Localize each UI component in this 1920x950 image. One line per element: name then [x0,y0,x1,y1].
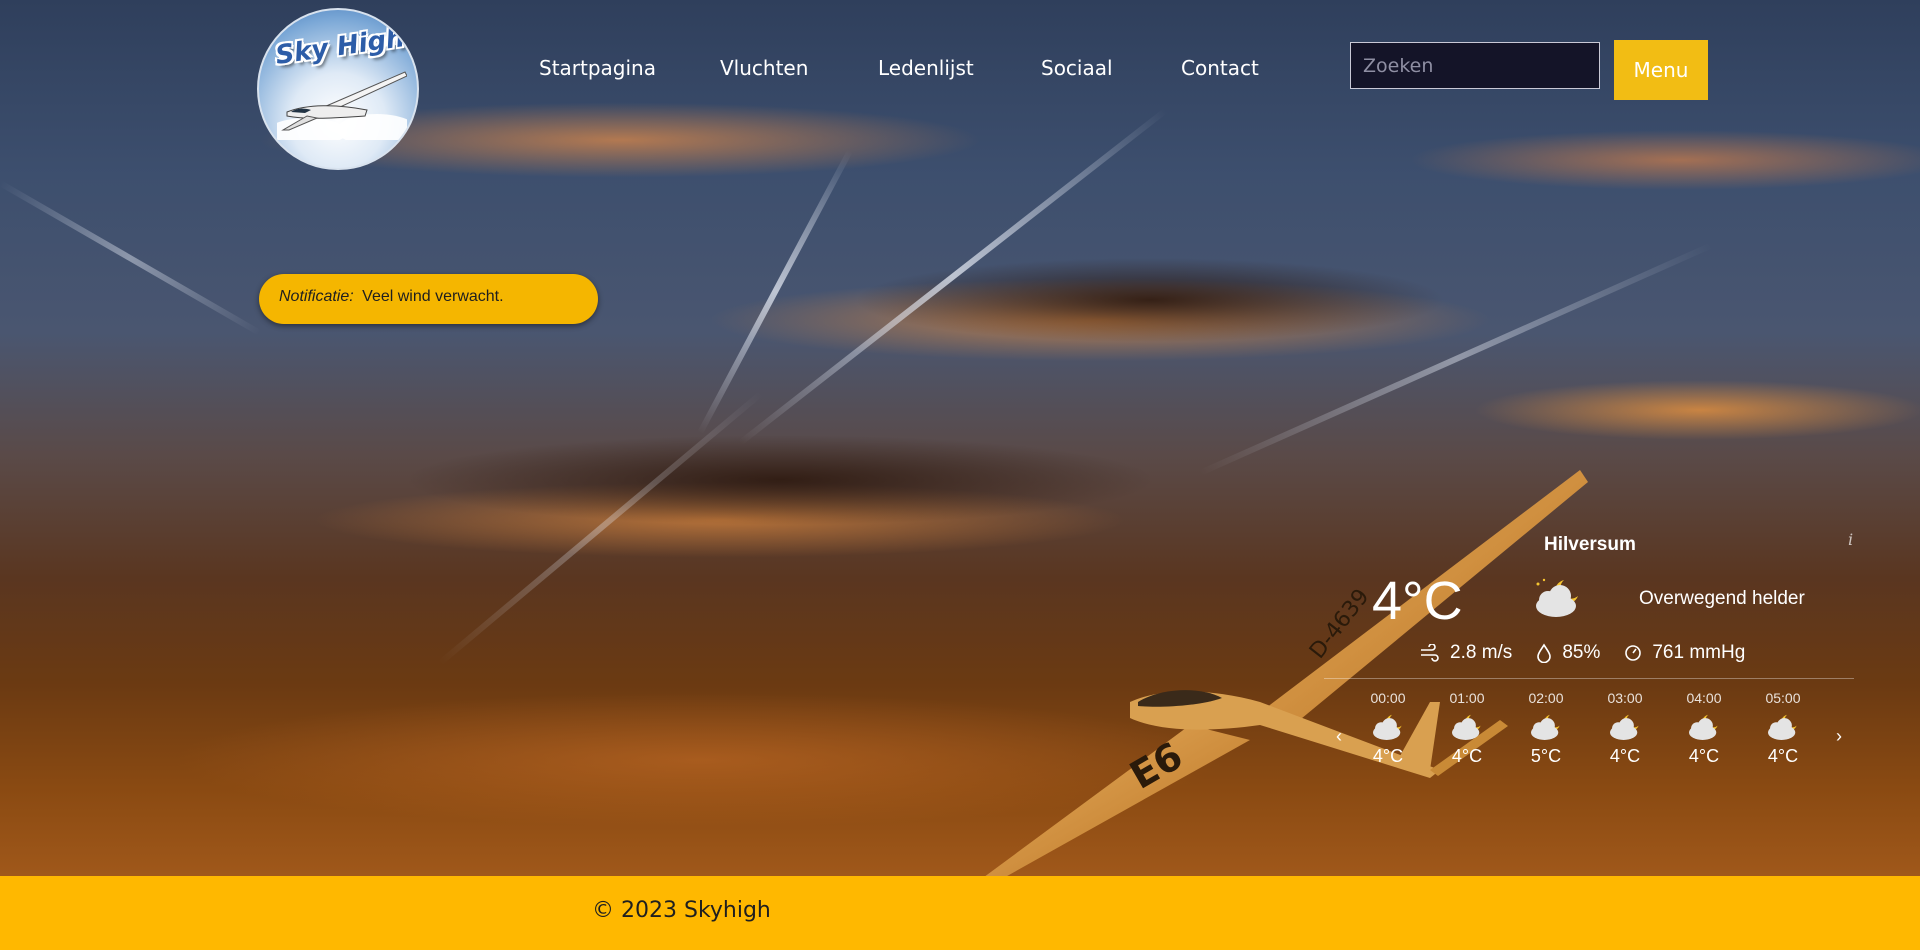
notification-prefix: Notificatie: [279,288,354,305]
forecast-hour: 02:00 5°C [1516,690,1576,767]
forecast-temp: 4°C [1372,746,1404,766]
forecast-next-arrow[interactable]: › [1836,726,1842,747]
forecast-hour: 05:00 4°C [1753,690,1813,767]
forecast-hour: 00:00 4°C [1358,690,1418,767]
weather-description: Overwegend helder [1639,588,1805,609]
nav-ledenlijst[interactable]: Ledenlijst [878,56,974,80]
forecast-time: 03:00 [1607,690,1643,706]
nav-vluchten[interactable]: Vluchten [720,56,808,80]
logo-glider-icon [277,71,407,140]
weather-stats: 2.8 m/s 85% 761 mmHg [1420,642,1769,664]
sky-high-logo[interactable]: Sky High [257,8,419,170]
forecast-time: 02:00 [1528,690,1564,706]
pressure-stat: 761 mmHg [1624,642,1745,664]
pressure-gauge-icon [1625,645,1642,661]
weather-city: Hilversum [1544,534,1636,555]
wind-value: 2.8 m/s [1450,642,1513,663]
forecast-hour: 04:00 4°C [1674,690,1734,767]
menu-button[interactable]: Menu [1614,40,1708,100]
forecast-prev-arrow[interactable]: ‹ [1336,726,1342,747]
forecast-temp: 4°C [1688,746,1720,766]
search-input[interactable] [1350,42,1600,89]
wind-icon [1421,644,1439,662]
notification-message: Veel wind verwacht. [362,288,504,305]
partly-cloudy-night-icon [1689,714,1718,740]
copyright-text: © 2023 Skyhigh [592,898,771,923]
notification-banner: Notificatie: Veel wind verwacht. [259,274,598,324]
forecast-hour: 01:00 4°C [1437,690,1497,767]
forecast-time: 05:00 [1765,690,1801,706]
nav-startpagina[interactable]: Startpagina [539,56,656,80]
forecast-temp: 4°C [1451,746,1483,766]
partly-cloudy-night-icon [1536,578,1578,617]
weather-widget: Hilversum i 4°C Overwegend helder 2.8 m/… [1320,520,1860,790]
partly-cloudy-night-icon [1373,714,1402,740]
forecast-temp: 5°C [1530,746,1562,766]
partly-cloudy-night-icon [1610,714,1639,740]
humidity-value: 85% [1562,642,1601,663]
weather-divider [1324,678,1854,679]
partly-cloudy-night-icon [1452,714,1481,740]
forecast-time: 01:00 [1449,690,1485,706]
wind-stat: 2.8 m/s [1420,642,1512,664]
humidity-drop-icon [1537,643,1552,663]
forecast-temp: 4°C [1609,746,1641,766]
nav-contact[interactable]: Contact [1181,56,1259,80]
info-icon[interactable]: i [1848,530,1853,549]
footer: © 2023 Skyhigh [0,876,1920,950]
forecast-time: 04:00 [1686,690,1722,706]
forecast-hour: 03:00 4°C [1595,690,1655,767]
humidity-stat: 85% [1536,642,1600,664]
partly-cloudy-night-icon [1531,714,1560,740]
forecast-temp: 4°C [1767,746,1799,766]
forecast-time: 00:00 [1370,690,1406,706]
partly-cloudy-night-icon [1768,714,1797,740]
nav-sociaal[interactable]: Sociaal [1041,56,1113,80]
pressure-value: 761 mmHg [1652,642,1746,663]
weather-temperature: 4°C [1372,571,1463,631]
logo-text: Sky High [273,23,407,71]
